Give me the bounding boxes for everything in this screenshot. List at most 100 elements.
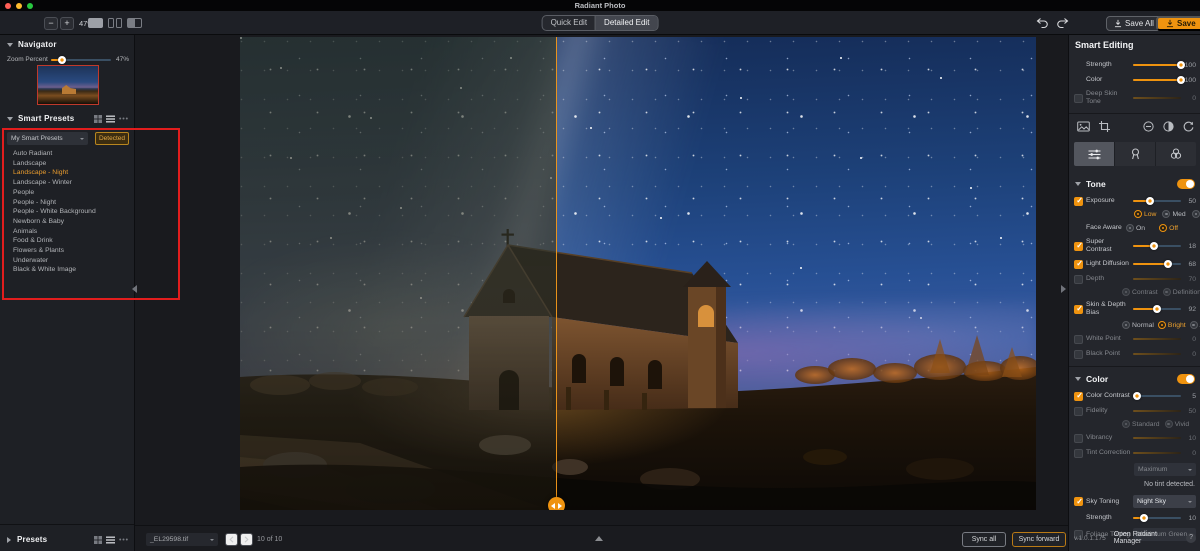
tone-toggle[interactable] xyxy=(1177,179,1195,189)
preset-item[interactable]: Underwater xyxy=(13,256,131,266)
deep-skin-tone-slider[interactable] xyxy=(1133,97,1181,99)
sky-strength-slider[interactable] xyxy=(1133,514,1181,522)
super-contrast-slider[interactable] xyxy=(1133,242,1181,250)
tab-color-wheel[interactable] xyxy=(1156,142,1196,166)
strength-slider[interactable] xyxy=(1133,61,1185,69)
radio-med[interactable] xyxy=(1162,210,1171,218)
collapse-right-panel-icon[interactable] xyxy=(1061,285,1066,293)
deep-skin-tone-checkbox[interactable] xyxy=(1074,93,1083,103)
tab-adjustments[interactable] xyxy=(1074,142,1115,166)
radio-vivid[interactable] xyxy=(1164,420,1173,428)
more-options-icon[interactable] xyxy=(119,117,128,120)
preset-item[interactable]: Flowers & Plants xyxy=(13,246,131,256)
grid-view-icon[interactable] xyxy=(94,535,102,544)
undo-icon[interactable] xyxy=(1036,17,1050,29)
sync-all-button[interactable]: Sync all xyxy=(962,532,1006,547)
remove-tool-icon[interactable] xyxy=(1143,121,1154,132)
before-after-divider-line[interactable] xyxy=(556,37,557,510)
save-all-button[interactable]: Save All xyxy=(1106,16,1162,31)
preset-item[interactable]: Newborn & Baby xyxy=(13,217,131,227)
radio-bright[interactable] xyxy=(1157,321,1166,329)
preset-item[interactable]: People xyxy=(13,188,131,198)
sky-toning-dropdown[interactable]: Night Sky xyxy=(1133,495,1196,508)
tint-correction-slider[interactable] xyxy=(1133,452,1181,454)
split-view-icon[interactable] xyxy=(108,18,122,28)
tab-portrait[interactable] xyxy=(1115,142,1156,166)
single-view-icon[interactable] xyxy=(88,18,103,28)
reset-icon[interactable] xyxy=(1183,121,1194,132)
color-toggle[interactable] xyxy=(1177,374,1195,384)
skin-depth-bias-slider[interactable] xyxy=(1133,305,1181,313)
quick-edit-tab[interactable]: Quick Edit xyxy=(543,16,595,30)
detected-button[interactable]: Detected xyxy=(95,132,129,145)
exposure-slider[interactable] xyxy=(1133,197,1181,205)
crop-icon[interactable] xyxy=(1099,121,1110,132)
sky-toning-checkbox[interactable] xyxy=(1074,497,1083,506)
next-image-button[interactable] xyxy=(240,533,253,546)
preset-item[interactable]: Animals xyxy=(13,227,131,237)
tint-correction-checkbox[interactable] xyxy=(1074,448,1083,458)
open-radiant-manager-link[interactable]: Open Radiant Manager xyxy=(1114,531,1186,545)
preset-item[interactable]: People - White Background xyxy=(13,207,131,217)
preset-item[interactable]: People - Night xyxy=(13,198,131,208)
radio-standard[interactable] xyxy=(1122,420,1130,428)
zoom-percent-slider[interactable] xyxy=(51,55,111,64)
radio-definition[interactable] xyxy=(1162,288,1171,296)
radio-auto[interactable] xyxy=(1189,321,1198,329)
image-icon[interactable] xyxy=(1077,121,1090,132)
depth-checkbox[interactable] xyxy=(1074,274,1083,284)
list-view-icon[interactable] xyxy=(106,115,115,123)
preset-item[interactable]: Black & White Image xyxy=(13,265,131,275)
black-point-checkbox[interactable] xyxy=(1074,349,1083,359)
radio-low[interactable] xyxy=(1134,210,1142,218)
smart-presets-dropdown[interactable]: My Smart Presets xyxy=(7,132,88,145)
preset-item[interactable]: Landscape - Winter xyxy=(13,178,131,188)
list-view-icon[interactable] xyxy=(106,536,115,544)
depth-slider[interactable] xyxy=(1133,278,1181,280)
radio-high[interactable] xyxy=(1191,210,1200,218)
collapse-left-panel-icon[interactable] xyxy=(132,285,137,293)
previous-image-button[interactable] xyxy=(225,533,238,546)
light-diffusion-slider[interactable] xyxy=(1133,260,1181,268)
before-after-view-icon[interactable] xyxy=(127,18,142,28)
preset-item-selected[interactable]: Landscape - Night xyxy=(13,168,131,178)
vibrancy-slider[interactable] xyxy=(1133,437,1181,439)
zoom-in-button[interactable]: + xyxy=(60,17,74,30)
white-point-checkbox[interactable] xyxy=(1074,334,1083,344)
fidelity-slider[interactable] xyxy=(1133,410,1181,412)
exposure-checkbox[interactable] xyxy=(1074,196,1083,206)
preset-item[interactable]: Food & Drink xyxy=(13,236,131,246)
expand-filmstrip-icon[interactable] xyxy=(595,536,603,541)
radio-contrast[interactable] xyxy=(1122,288,1130,296)
sync-forward-button[interactable]: Sync forward xyxy=(1012,532,1066,547)
radio-face-aware-off[interactable] xyxy=(1159,224,1168,232)
super-contrast-checkbox[interactable] xyxy=(1074,241,1083,251)
white-point-slider[interactable] xyxy=(1133,338,1181,340)
black-point-slider[interactable] xyxy=(1133,353,1181,355)
navigator-thumbnail[interactable] xyxy=(37,65,99,105)
navigator-header[interactable]: Navigator xyxy=(7,40,128,49)
before-after-divider-handle[interactable] xyxy=(548,497,565,510)
skin-depth-bias-checkbox[interactable] xyxy=(1074,304,1083,314)
grid-view-icon[interactable] xyxy=(94,114,102,123)
preset-item[interactable]: Auto Radiant xyxy=(13,149,131,159)
redo-icon[interactable] xyxy=(1056,17,1070,29)
color-contrast-checkbox[interactable] xyxy=(1074,391,1083,401)
tint-mode-dropdown[interactable]: Maximum xyxy=(1134,463,1196,476)
color-slider[interactable] xyxy=(1133,76,1185,84)
smart-presets-header[interactable]: Smart Presets xyxy=(7,114,128,123)
file-dropdown[interactable]: _EL29598.tif xyxy=(146,533,218,546)
save-button[interactable]: Save xyxy=(1156,16,1200,31)
color-contrast-slider[interactable] xyxy=(1133,392,1181,400)
photo-before-after-view[interactable] xyxy=(240,37,1036,510)
before-after-toggle-icon[interactable] xyxy=(1163,121,1174,132)
preset-item[interactable]: Landscape xyxy=(13,159,131,169)
radio-normal[interactable] xyxy=(1122,321,1130,329)
presets-header[interactable]: Presets xyxy=(7,535,128,544)
zoom-out-button[interactable]: − xyxy=(44,17,58,30)
radio-face-aware-on[interactable] xyxy=(1126,224,1134,232)
light-diffusion-checkbox[interactable] xyxy=(1074,259,1083,269)
detailed-edit-tab[interactable]: Detailed Edit xyxy=(595,16,658,30)
fidelity-checkbox[interactable] xyxy=(1074,406,1083,416)
vibrancy-checkbox[interactable] xyxy=(1074,433,1083,443)
